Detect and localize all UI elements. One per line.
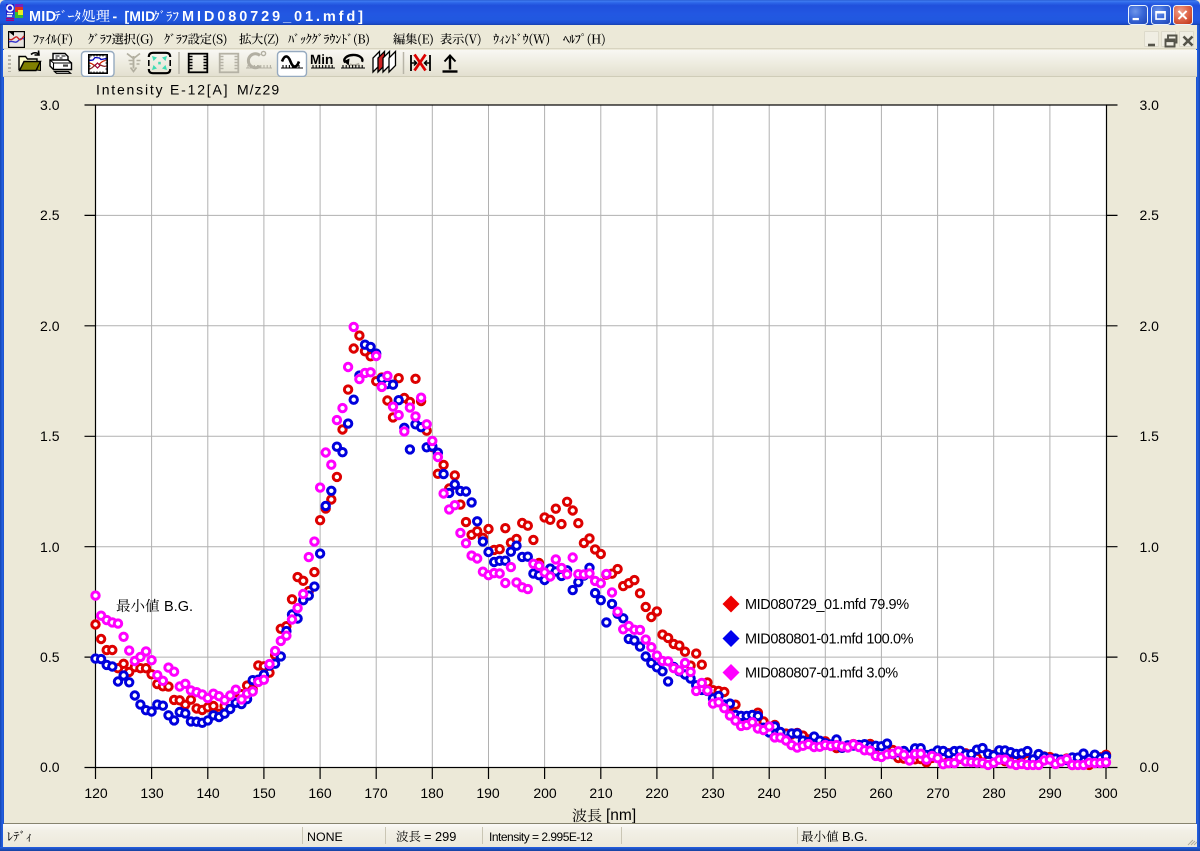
- svg-text:= 299: = 299: [424, 829, 456, 844]
- svg-text:NONE: NONE: [307, 830, 343, 844]
- svg-text:Intensity = 2.995E-12: Intensity = 2.995E-12: [489, 830, 593, 844]
- svg-text:B.G.: B.G.: [842, 829, 868, 844]
